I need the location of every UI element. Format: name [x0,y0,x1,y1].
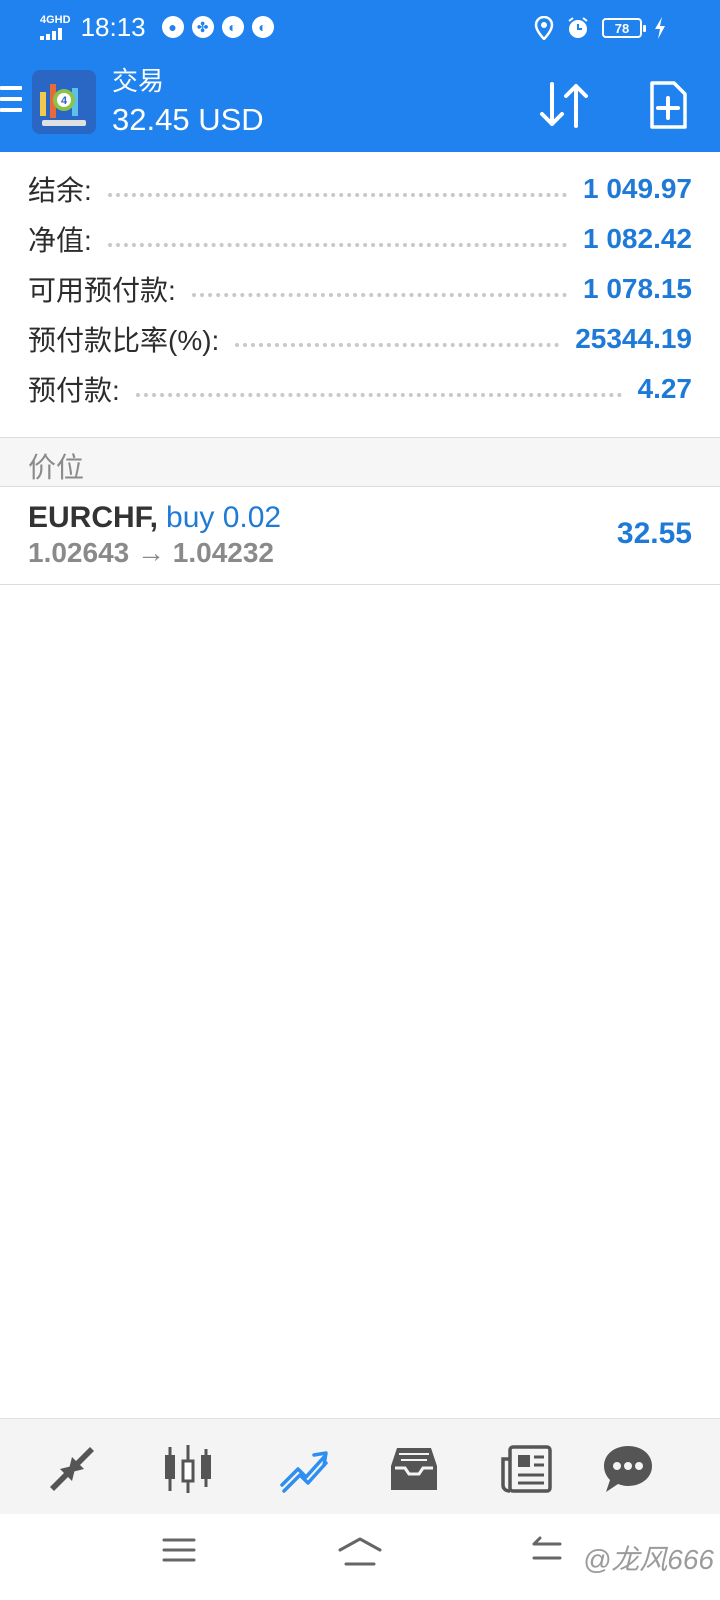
position-header: EURCHF, buy 0.02 [28,501,281,535]
position-profit: 32.55 [616,517,692,550]
summary-row-free-margin: 可用预付款: 1 078.15 [28,264,692,314]
alarm-icon [568,17,588,38]
network-indicator: 4GHD [40,13,71,40]
status-time: 18:13 [80,12,146,42]
signal-icon [40,27,62,40]
status-right: 78 [534,16,666,40]
trade-icon [280,1451,328,1493]
position-symbol: EURCHF, [28,501,159,534]
home-icon[interactable] [336,1536,384,1568]
wechat-icon: ● [161,16,184,38]
bottom-tab-bar [0,1418,720,1514]
fan-icon: ✤ [191,16,214,38]
position-type: buy 0.02 [166,501,282,534]
account-balance: 32.45 USD [112,102,264,137]
tab-news[interactable] [498,1441,554,1497]
summary-label: 可用预付款: [28,275,176,306]
summary-value: 1 082.42 [583,223,692,254]
summary-row-equity: 净值: 1 082.42 [28,214,692,264]
app-bar: 4 交易 32.45 USD [0,56,720,152]
battery-level: 78 [614,20,630,36]
chart-icon [165,1445,211,1493]
history-icon [391,1448,437,1490]
back-icon[interactable] [530,1536,564,1564]
top-header: 4GHD 18:13 ● ✤ ◐ ◐ 78 4 交易 32.45 USD [0,0,720,152]
position-row[interactable]: EURCHF, buy 0.02 1.02643 → 1.04232 32.55 [0,487,720,585]
tab-chat[interactable] [600,1441,656,1497]
new-order-icon[interactable] [648,80,688,130]
charging-icon [655,17,665,39]
status-bar: 4GHD 18:13 ● ✤ ◐ ◐ 78 [0,0,720,56]
tab-quotes[interactable] [44,1441,100,1497]
menu-icon[interactable] [0,86,22,116]
compass-icon: ◐ [251,16,274,38]
summary-row-balance: 结余: 1 049.97 [28,164,692,214]
positions-section-header: 价位 [0,437,720,487]
dotted-leader [191,293,567,297]
summary-value: 25344.19 [575,323,692,354]
tab-history[interactable] [386,1441,442,1497]
dotted-leader [107,193,567,197]
account-summary: 结余: 1 049.97 净值: 1 082.42 可用预付款: 1 078.1… [0,152,720,437]
summary-row-margin: 预付款: 4.27 [28,364,692,414]
system-nav-bar: @龙风666 [0,1514,720,1600]
summary-label: 预付款: [28,375,120,406]
news-icon [501,1445,552,1493]
summary-value: 1 049.97 [583,173,692,204]
summary-value: 4.27 [637,373,693,404]
tab-trade[interactable] [276,1441,332,1497]
metatrader-logo-icon: 4 [32,70,96,134]
svg-text:4: 4 [61,95,68,107]
position-prices: 1.02643 → 1.04232 [28,537,274,568]
location-icon [534,16,554,40]
page-title: 交易 [112,66,165,96]
summary-value: 1 078.15 [583,273,692,304]
dotted-leader [107,243,567,247]
summary-label: 结余: [28,175,92,206]
tab-chart[interactable] [160,1441,216,1497]
quotes-icon [50,1447,94,1491]
chat-icon [604,1446,652,1492]
dotted-leader [235,343,560,347]
compass-icon: ◐ [221,16,244,38]
sort-icon[interactable] [536,80,592,130]
battery-icon: 78 [602,18,646,38]
notification-icons: ● ✤ ◐ ◐ [161,16,274,38]
dotted-leader [135,393,622,397]
watermark: @龙风666 [582,1544,714,1575]
summary-row-margin-level: 预付款比率(%): 25344.19 [28,314,692,364]
section-title: 价位 [28,452,85,483]
network-type: 4GHD [40,13,71,26]
summary-label: 预付款比率(%): [28,325,220,356]
recent-apps-icon[interactable] [162,1536,196,1564]
status-left: 4GHD 18:13 ● ✤ ◐ ◐ [40,12,274,42]
summary-label: 净值: [28,225,92,256]
